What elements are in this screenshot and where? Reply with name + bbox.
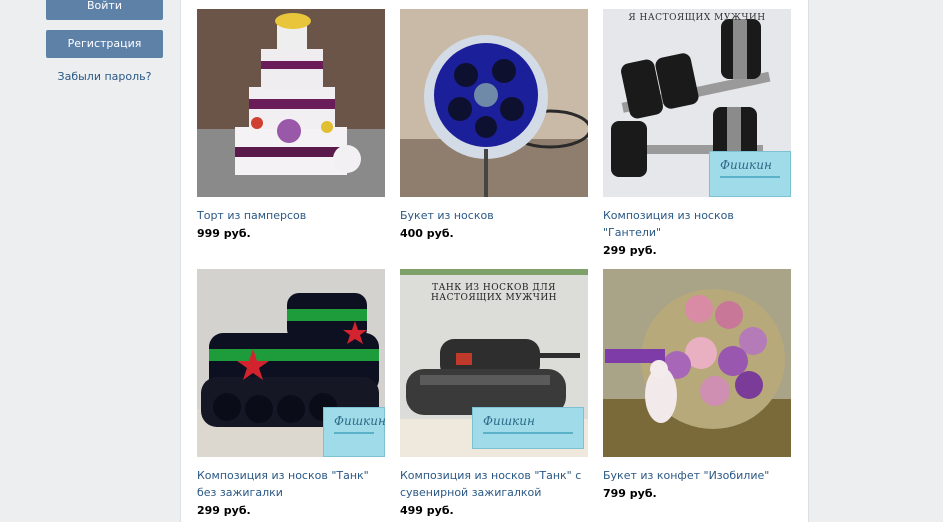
sidebar: Войти Регистрация Забыли пароль?	[0, 0, 180, 522]
watermark-logo: Фишкин	[323, 407, 385, 457]
product-photo[interactable]: ТАНК ИЗ НОСКОВ ДЛЯ НАСТОЯЩИХ МУЖЧИН Фишк…	[400, 269, 588, 457]
product-photo[interactable]	[400, 9, 588, 197]
product-title[interactable]: Букет из конфет "Изобилие"	[603, 467, 791, 484]
product-title[interactable]: Композиция из носков "Танк" с сувенирной…	[400, 467, 588, 501]
product-card[interactable]: ТАНК ИЗ НОСКОВ ДЛЯ НАСТОЯЩИХ МУЖЧИН Фишк…	[400, 269, 588, 519]
product-card[interactable]: Букет из конфет "Изобилие" 799 руб.	[603, 269, 791, 502]
product-price: 299 руб.	[197, 504, 251, 517]
watermark-logo: Фишкин	[472, 407, 584, 449]
product-title[interactable]: Торт из памперсов	[197, 207, 385, 224]
watermark-text: Фишкин	[720, 158, 772, 172]
register-button[interactable]: Регистрация	[46, 30, 163, 58]
photo-caption: ТАНК ИЗ НОСКОВ ДЛЯ НАСТОЯЩИХ МУЖЧИН	[430, 283, 558, 303]
product-price: 499 руб.	[400, 504, 454, 517]
product-card[interactable]: Торт из памперсов 999 руб.	[197, 9, 385, 242]
product-price: 299 руб.	[603, 244, 657, 257]
product-card[interactable]: Букет из носков 400 руб.	[400, 9, 588, 242]
product-card[interactable]: Фишкин Композиция из носков "Танк" без з…	[197, 269, 385, 519]
login-button[interactable]: Войти	[46, 0, 163, 20]
product-photo[interactable]: Я НАСТОЯЩИХ МУЖЧИН Фишкин	[603, 9, 791, 197]
photo-caption: Я НАСТОЯЩИХ МУЖЧИН	[628, 13, 766, 23]
product-photo[interactable]: Фишкин	[197, 269, 385, 457]
watermark-logo: Фишкин	[709, 151, 791, 197]
product-photo[interactable]	[197, 9, 385, 197]
product-card[interactable]: Я НАСТОЯЩИХ МУЖЧИН Фишкин Композиция из …	[603, 9, 791, 259]
watermark-text: Фишкин	[334, 414, 385, 428]
product-title[interactable]: Композиция из носков "Гантели"	[603, 207, 791, 241]
forgot-password-link[interactable]: Забыли пароль?	[46, 70, 163, 83]
product-title[interactable]: Букет из носков	[400, 207, 588, 224]
product-title[interactable]: Композиция из носков "Танк" без зажигалк…	[197, 467, 385, 501]
product-photo[interactable]	[603, 269, 791, 457]
product-price: 799 руб.	[603, 487, 657, 500]
watermark-text: Фишкин	[483, 414, 535, 428]
product-price: 400 руб.	[400, 227, 454, 240]
market-grid: Торт из памперсов 999 руб. Букет из носк…	[180, 0, 809, 522]
product-price: 999 руб.	[197, 227, 251, 240]
